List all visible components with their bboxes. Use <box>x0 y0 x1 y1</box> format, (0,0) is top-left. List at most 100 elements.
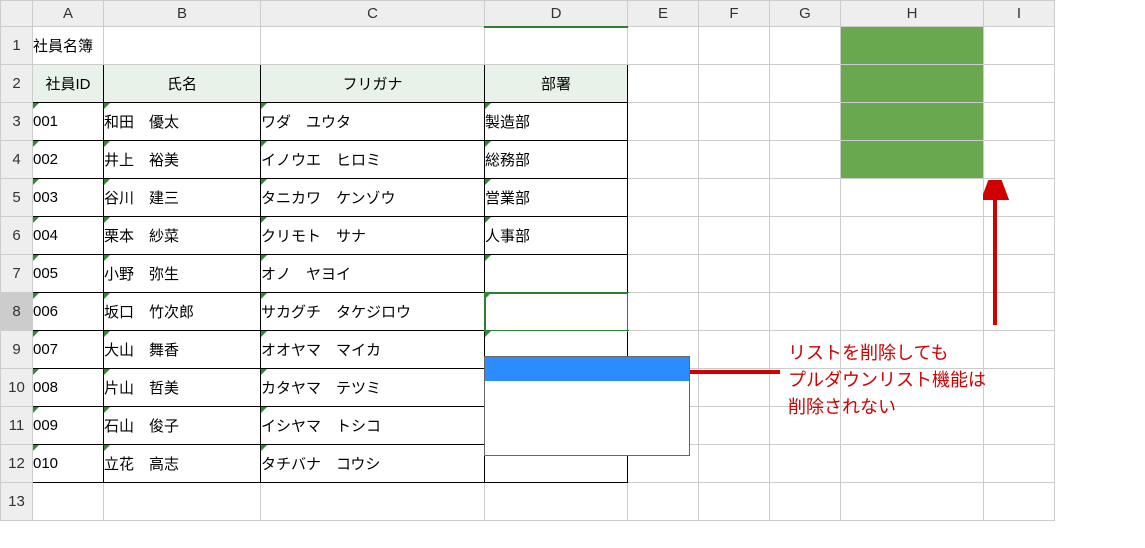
cell-A11[interactable]: 009 <box>33 407 104 445</box>
cell-H5[interactable] <box>841 179 984 217</box>
row-header-13[interactable]: 13 <box>1 483 33 521</box>
cell-D1[interactable] <box>485 27 628 65</box>
cell-I2[interactable] <box>984 65 1055 103</box>
validation-dropdown[interactable] <box>484 356 690 456</box>
cell-I12[interactable] <box>984 445 1055 483</box>
cell-I10[interactable] <box>984 369 1055 407</box>
cell-A3[interactable]: 001 <box>33 103 104 141</box>
cell-H7[interactable] <box>841 255 984 293</box>
cell-C7[interactable]: オノ ヤヨイ <box>261 255 485 293</box>
cell-D3[interactable]: 製造部 <box>485 103 628 141</box>
cell-E1[interactable] <box>628 27 699 65</box>
cell-H3[interactable] <box>841 103 984 141</box>
cell-F5[interactable] <box>699 179 770 217</box>
cell-F1[interactable] <box>699 27 770 65</box>
cell-G5[interactable] <box>770 179 841 217</box>
col-header-G[interactable]: G <box>770 1 841 27</box>
cell-A2[interactable]: 社員ID <box>33 65 104 103</box>
cell-G3[interactable] <box>770 103 841 141</box>
cell-B13[interactable] <box>104 483 261 521</box>
cell-I3[interactable] <box>984 103 1055 141</box>
dropdown-option-selected[interactable] <box>485 357 689 381</box>
row-header-4[interactable]: 4 <box>1 141 33 179</box>
cell-E6[interactable] <box>628 217 699 255</box>
cell-B11[interactable]: 石山 俊子 <box>104 407 261 445</box>
row-header-8[interactable]: 8 <box>1 293 33 331</box>
row-header-7[interactable]: 7 <box>1 255 33 293</box>
cell-E7[interactable] <box>628 255 699 293</box>
cell-G8[interactable] <box>770 293 841 331</box>
cell-H12[interactable] <box>841 445 984 483</box>
col-header-B[interactable]: B <box>104 1 261 27</box>
cell-F2[interactable] <box>699 65 770 103</box>
cell-B9[interactable]: 大山 舞香 <box>104 331 261 369</box>
cell-G4[interactable] <box>770 141 841 179</box>
cell-C3[interactable]: ワダ ユウタ <box>261 103 485 141</box>
col-header-F[interactable]: F <box>699 1 770 27</box>
cell-A5[interactable]: 003 <box>33 179 104 217</box>
cell-C12[interactable]: タチバナ コウシ <box>261 445 485 483</box>
row-header-10[interactable]: 10 <box>1 369 33 407</box>
cell-A6[interactable]: 004 <box>33 217 104 255</box>
cell-B6[interactable]: 栗本 紗菜 <box>104 217 261 255</box>
cell-H4[interactable] <box>841 141 984 179</box>
cell-G13[interactable] <box>770 483 841 521</box>
cell-B7[interactable]: 小野 弥生 <box>104 255 261 293</box>
cell-C11[interactable]: イシヤマ トシコ <box>261 407 485 445</box>
row-header-2[interactable]: 2 <box>1 65 33 103</box>
cell-A9[interactable]: 007 <box>33 331 104 369</box>
row-header-12[interactable]: 12 <box>1 445 33 483</box>
cell-F3[interactable] <box>699 103 770 141</box>
cell-I9[interactable] <box>984 331 1055 369</box>
col-header-I[interactable]: I <box>984 1 1055 27</box>
row-header-6[interactable]: 6 <box>1 217 33 255</box>
cell-I1[interactable] <box>984 27 1055 65</box>
cell-C5[interactable]: タニカワ ケンゾウ <box>261 179 485 217</box>
cell-D6[interactable]: 人事部 <box>485 217 628 255</box>
cell-C2[interactable]: フリガナ <box>261 65 485 103</box>
col-header-C[interactable]: C <box>261 1 485 27</box>
cell-D13[interactable] <box>485 483 628 521</box>
row-header-11[interactable]: 11 <box>1 407 33 445</box>
cell-G12[interactable] <box>770 445 841 483</box>
cell-G1[interactable] <box>770 27 841 65</box>
cell-F13[interactable] <box>699 483 770 521</box>
cell-B10[interactable]: 片山 哲美 <box>104 369 261 407</box>
cell-B8[interactable]: 坂口 竹次郎 <box>104 293 261 331</box>
cell-D4[interactable]: 総務部 <box>485 141 628 179</box>
cell-F8[interactable] <box>699 293 770 331</box>
row-header-1[interactable]: 1 <box>1 27 33 65</box>
cell-H2[interactable] <box>841 65 984 103</box>
cell-C10[interactable]: カタヤマ テツミ <box>261 369 485 407</box>
cell-H13[interactable] <box>841 483 984 521</box>
col-header-E[interactable]: E <box>628 1 699 27</box>
cell-F4[interactable] <box>699 141 770 179</box>
cell-E5[interactable] <box>628 179 699 217</box>
cell-C13[interactable] <box>261 483 485 521</box>
cell-F12[interactable] <box>699 445 770 483</box>
cell-D5[interactable]: 営業部 <box>485 179 628 217</box>
cell-E4[interactable] <box>628 141 699 179</box>
cell-C9[interactable]: オオヤマ マイカ <box>261 331 485 369</box>
cell-G2[interactable] <box>770 65 841 103</box>
cell-E2[interactable] <box>628 65 699 103</box>
cell-B4[interactable]: 井上 裕美 <box>104 141 261 179</box>
cell-I11[interactable] <box>984 407 1055 445</box>
cell-E3[interactable] <box>628 103 699 141</box>
cell-A10[interactable]: 008 <box>33 369 104 407</box>
cell-B3[interactable]: 和田 優太 <box>104 103 261 141</box>
row-header-3[interactable]: 3 <box>1 103 33 141</box>
cell-D7[interactable] <box>485 255 628 293</box>
cell-C1[interactable] <box>261 27 485 65</box>
cell-B12[interactable]: 立花 高志 <box>104 445 261 483</box>
cell-D8[interactable] <box>485 293 628 331</box>
cell-C6[interactable]: クリモト サナ <box>261 217 485 255</box>
cell-A12[interactable]: 010 <box>33 445 104 483</box>
cell-H6[interactable] <box>841 217 984 255</box>
cell-I4[interactable] <box>984 141 1055 179</box>
col-header-A[interactable]: A <box>33 1 104 27</box>
cell-A4[interactable]: 002 <box>33 141 104 179</box>
cell-H8[interactable] <box>841 293 984 331</box>
row-header-5[interactable]: 5 <box>1 179 33 217</box>
cell-H1[interactable] <box>841 27 984 65</box>
